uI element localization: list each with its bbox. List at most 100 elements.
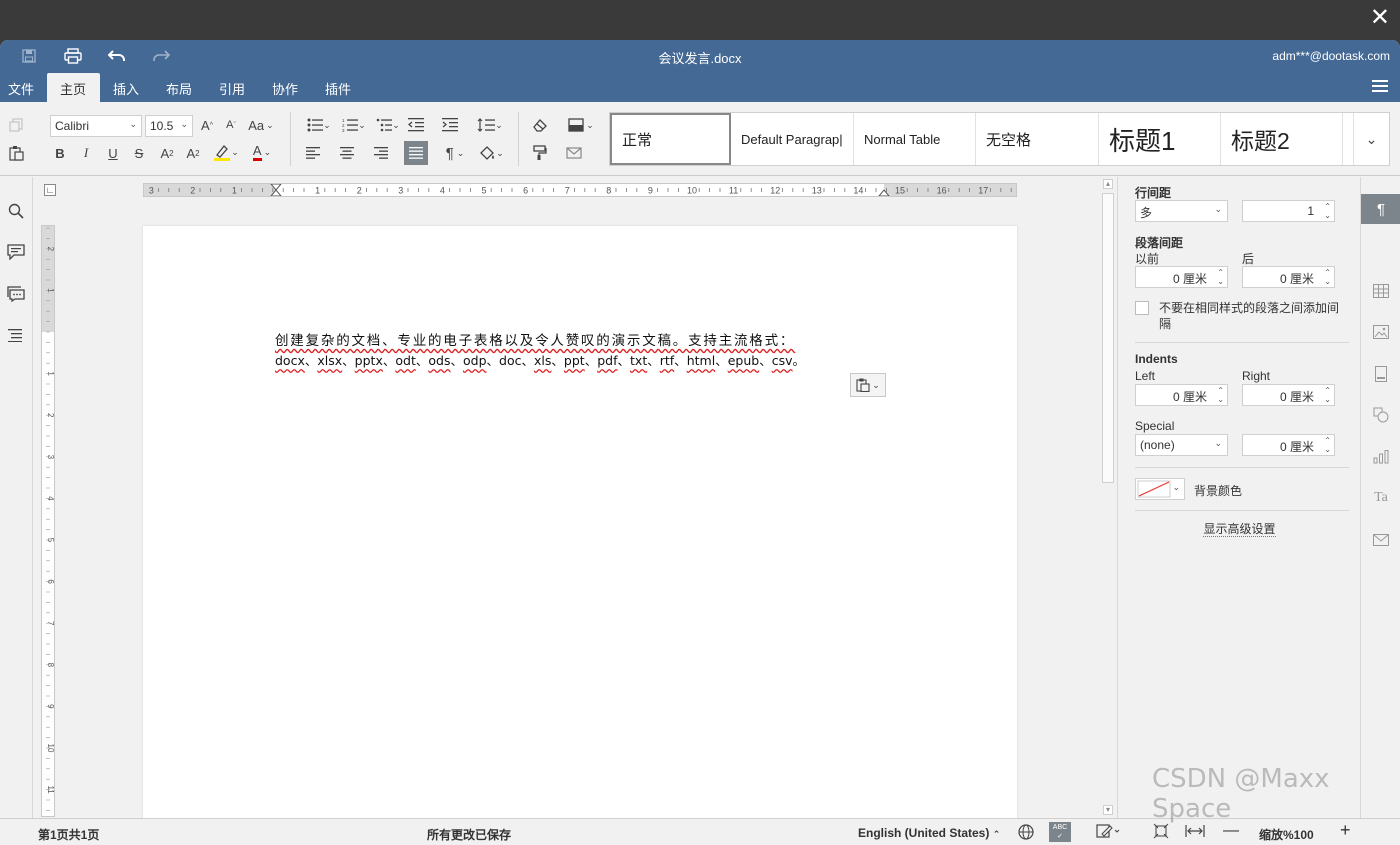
table-settings-icon[interactable] [1371,281,1391,301]
format-separator: 、 [304,353,318,368]
format-separator: 、 [584,353,598,368]
line-spacing-mode-select[interactable]: 多 ⌄ [1135,200,1228,222]
tab-home[interactable]: 主页 [47,73,100,102]
divider [1135,510,1349,511]
track-changes-icon[interactable] [1096,823,1120,842]
increase-indent-icon[interactable] [441,114,459,136]
tab-file[interactable]: 文件 [0,73,42,102]
scroll-up-icon[interactable]: ▴ [1103,179,1113,189]
highlight-color-icon[interactable]: ⌄ [210,141,242,163]
no-space-same-style-checkbox[interactable] [1135,301,1149,315]
header-footer-icon[interactable] [1371,364,1391,384]
image-settings-icon[interactable] [1371,322,1391,342]
tab-collaborate[interactable]: 协作 [264,73,306,102]
mail-merge-icon[interactable] [564,142,584,164]
comments-icon[interactable] [6,242,26,262]
tab-plugins[interactable]: 插件 [317,73,359,102]
special-indent-label: Special [1135,419,1175,433]
style-default-paragraph[interactable]: Default Paragrap| [731,113,854,165]
style-heading-1[interactable]: 标题1 [1099,113,1221,165]
multilevel-list-icon[interactable]: ⌄ [373,114,403,136]
tab-insert[interactable]: 插入 [105,73,147,102]
vertical-scrollbar[interactable]: ▴ ▾ [1100,177,1116,818]
style-no-spacing[interactable]: 无空格 [976,113,1099,165]
bullets-icon[interactable]: ⌄ [304,114,334,136]
paragraph-settings-icon[interactable]: ¶ [1371,199,1391,219]
special-indent-select[interactable]: (none) ⌄ [1135,434,1228,456]
format-separator: 。 [792,353,806,368]
shape-settings-icon[interactable] [1371,405,1391,425]
align-center-icon[interactable] [338,142,356,164]
indent-left-input[interactable]: 0 厘米 ⌃ ⌄ [1135,384,1228,406]
scrollbar-thumb[interactable] [1102,193,1114,483]
underline-icon[interactable]: U [105,142,121,164]
tab-stop-selector[interactable]: ∟ [44,184,56,196]
horizontal-ruler[interactable]: 3 2 1 1 2 3 4 5 6 7 8 9 10 11 12 13 14 15 16 17 [143,183,1017,197]
fit-width-icon[interactable] [1185,823,1205,842]
doc-language-icon[interactable] [1018,824,1034,843]
align-justify-icon[interactable] [404,141,428,165]
close-icon[interactable]: ✕ [1370,6,1390,30]
paragraph-marks-icon[interactable]: ¶ ⌄ [440,142,470,164]
search-icon[interactable] [6,201,26,221]
background-color-button[interactable]: ⌄ [1135,478,1185,500]
strikethrough-icon[interactable]: S [131,142,147,164]
style-normal[interactable]: 正常 [610,113,731,165]
ruler-label: 3 [398,186,403,196]
language-select[interactable]: English (United States) ⌃ [858,826,1000,840]
font-color-icon[interactable]: A ⌄ [247,141,277,163]
paste-icon[interactable] [6,142,26,164]
bold-icon[interactable]: B [52,142,68,164]
text-art-icon[interactable]: Ta [1371,488,1391,508]
format-name: csv [771,353,793,368]
decrease-font-icon[interactable]: Aˇ [222,114,240,136]
show-advanced-settings-link[interactable]: 显示高级设置 [1118,520,1361,537]
divider [1135,467,1349,468]
zoom-out-icon[interactable]: — [1223,822,1239,840]
copy-style-icon[interactable] [530,142,550,164]
ruler-label: 7 [565,186,570,196]
scroll-down-icon[interactable]: ▾ [1103,805,1113,815]
numbering-icon[interactable]: 1 2 3 ⌄ [339,114,369,136]
tab-references[interactable]: 引用 [211,73,253,102]
special-indent-value-input[interactable]: 0 厘米 ⌃ ⌄ [1242,434,1335,456]
paragraph[interactable]: 创建复杂的文档、专业的电子表格以及令人赞叹的演示文稿。支持主流格式： docx、… [275,332,895,370]
align-left-icon[interactable] [304,142,322,164]
page-count[interactable]: 第1页共1页 [38,826,99,843]
vertical-ruler[interactable]: 211234567891011 [41,186,55,817]
spell-check-icon[interactable]: ABC ✓ [1049,822,1071,842]
spacing-before-input[interactable]: 0 厘米 ⌃ ⌄ [1135,266,1228,288]
shading-icon[interactable]: ⌄ [475,142,507,164]
paste-options-button[interactable]: ⌄ [850,373,886,397]
zoom-in-icon[interactable]: + [1340,820,1351,841]
font-name-select[interactable]: Calibri ⌄ [50,115,142,137]
chart-settings-icon[interactable] [1371,447,1391,467]
user-account[interactable]: adm***@dootask.com [1272,49,1390,63]
navigation-icon[interactable] [6,325,26,345]
menu-icon[interactable] [1372,80,1388,92]
line-spacing-icon[interactable]: ⌄ [474,114,506,136]
decrease-indent-icon[interactable] [407,114,425,136]
copy-icon[interactable] [6,114,26,136]
increase-font-icon[interactable]: A ^ [198,114,216,136]
mail-merge-icon[interactable] [1371,530,1391,550]
document-page[interactable]: 创建复杂的文档、专业的电子表格以及令人赞叹的演示文稿。支持主流格式： docx、… [143,226,1017,826]
clear-format-icon[interactable] [530,114,550,136]
change-case-icon[interactable]: Aa ⌄ [246,114,276,136]
italic-icon[interactable]: I [78,142,94,164]
tab-layout[interactable]: 布局 [158,73,200,102]
align-right-icon[interactable] [372,142,390,164]
line-spacing-value-input[interactable]: 1 ⌃ ⌄ [1242,200,1335,222]
font-size-select[interactable]: 10.5 ⌄ [145,115,193,137]
subscript-icon[interactable]: A2 [184,142,202,164]
chevron-down-icon[interactable]: ⌄ [1353,113,1389,165]
fit-page-icon[interactable] [1153,823,1169,842]
color-scheme-icon[interactable]: ⌄ [564,114,598,136]
spacing-after-input[interactable]: 0 厘米 ⌃ ⌄ [1242,266,1335,288]
style-heading-2[interactable]: 标题2 [1221,113,1343,165]
paste-icon [856,378,870,392]
style-normal-table[interactable]: Normal Table [854,113,976,165]
indent-right-input[interactable]: 0 厘米 ⌃ ⌄ [1242,384,1335,406]
superscript-icon[interactable]: A2 [158,142,176,164]
chat-icon[interactable] [6,284,26,304]
